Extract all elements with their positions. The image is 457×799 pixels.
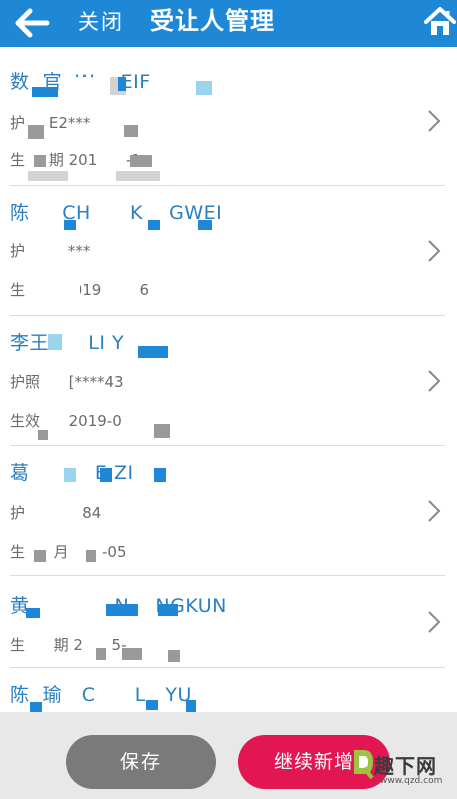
list-item[interactable]: 陈 瑜 C L YU (0, 668, 457, 712)
passport-field: 护 *** (10, 242, 91, 260)
chevron-right-icon[interactable] (426, 368, 442, 394)
privacy-mask (186, 700, 196, 712)
beneficiary-name: 李王 LI Y (10, 332, 125, 354)
privacy-mask (28, 125, 44, 139)
privacy-mask (48, 334, 62, 350)
privacy-mask (100, 468, 112, 482)
list-item[interactable]: 李王 LI Y 护照 [****43 生效 2019-0 (0, 316, 457, 446)
list-item[interactable]: 黄 N NGKUN 生 期 2 5- (0, 576, 457, 668)
privacy-mask (40, 278, 80, 300)
passport-field: 护 E2*** (10, 114, 91, 132)
watermark-text: 趣下网 (374, 754, 437, 778)
watermark-url: www.qzd.com (380, 776, 443, 786)
privacy-mask (118, 77, 126, 91)
privacy-mask (148, 220, 160, 230)
home-icon[interactable] (424, 6, 456, 38)
privacy-mask (146, 700, 158, 710)
birth-date-field: 生 月 -05 (10, 543, 127, 561)
privacy-mask (106, 604, 138, 616)
save-button[interactable]: 保存 (66, 735, 216, 789)
birth-date-field: 生 期 201 -1 (10, 151, 141, 169)
privacy-mask (130, 155, 152, 167)
privacy-mask (196, 81, 212, 95)
top-bar: 关闭 受让人管理 (0, 0, 457, 47)
chevron-right-icon[interactable] (426, 108, 442, 134)
privacy-mask (86, 550, 96, 562)
privacy-mask (38, 430, 48, 440)
privacy-mask (138, 346, 168, 358)
privacy-mask (124, 125, 138, 137)
list-item[interactable]: 数 官 W EIF 护 E2*** 生 期 201 -1 (0, 47, 457, 186)
close-button[interactable]: 关闭 (78, 7, 124, 37)
privacy-mask (122, 648, 142, 660)
birth-date-field: 生 期 2 5- (10, 636, 127, 654)
passport-field: 护照 [****43 (10, 373, 124, 391)
privacy-mask (154, 424, 170, 438)
chevron-right-icon[interactable] (426, 238, 442, 264)
privacy-mask (28, 171, 68, 181)
birth-date-field: 生效 2019-0 (10, 412, 122, 430)
back-arrow-icon[interactable] (14, 6, 50, 40)
chevron-right-icon[interactable] (426, 498, 442, 524)
privacy-mask (72, 77, 92, 97)
privacy-mask (158, 604, 178, 616)
beneficiary-name: 陈 CH K GWEI (10, 202, 223, 224)
privacy-mask (32, 87, 58, 97)
chevron-right-icon[interactable] (426, 609, 442, 635)
privacy-mask (154, 468, 166, 482)
privacy-mask (64, 468, 76, 482)
list-item[interactable]: 陈 CH K GWEI 护 *** 生 2019 6 (0, 186, 457, 316)
list-item[interactable]: 葛 E ZI 护 84 生 月 -05 (0, 446, 457, 576)
site-watermark: 趣下网 www.qzd.com (350, 742, 457, 794)
privacy-mask (96, 648, 106, 660)
beneficiary-list: 数 官 W EIF 护 E2*** 生 期 201 -1 陈 CH K GWEI… (0, 47, 457, 712)
privacy-mask (34, 550, 46, 562)
page-title: 受让人管理 (150, 7, 275, 35)
privacy-mask (116, 171, 160, 181)
passport-field: 护 84 (10, 504, 102, 522)
privacy-mask (26, 608, 40, 618)
privacy-mask (64, 220, 76, 230)
privacy-mask (168, 650, 180, 662)
privacy-mask (198, 220, 212, 230)
privacy-mask (30, 702, 42, 712)
watermark-logo-icon (354, 750, 374, 780)
privacy-mask (34, 155, 46, 167)
